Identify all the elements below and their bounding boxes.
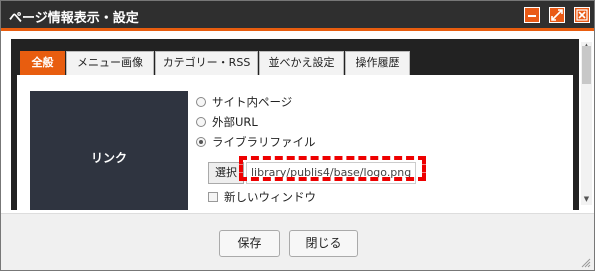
close-dialog-button[interactable]: 閉じる [289, 230, 358, 257]
window-title: ページ情報表示・設定 [9, 11, 139, 26]
vertical-scrollbar[interactable]: ▲ ▼ [581, 42, 592, 205]
tab-general[interactable]: 全般 [20, 51, 65, 75]
page-settings-dialog: ページ情報表示・設定 全般 メニュー画像 カテゴリー・RSS 並べかえ設定 操作… [0, 0, 595, 271]
file-path-highlight [239, 156, 426, 181]
new-window-checkbox[interactable] [208, 192, 218, 202]
save-button[interactable]: 保存 [219, 230, 280, 257]
close-button[interactable] [574, 7, 590, 23]
radio-internal-page[interactable] [196, 97, 206, 107]
minimize-icon [528, 15, 536, 17]
new-window-label: 新しいウィンドウ [224, 190, 316, 204]
close-icon [576, 9, 588, 21]
option-library-file-label: ライブラリファイル [212, 135, 316, 149]
general-panel: リンク サイト内ページ 外部URL ライブラリファイル 選択 library/p… [17, 75, 573, 210]
tab-menu-image[interactable]: メニュー画像 [66, 51, 154, 75]
scroll-thumb[interactable] [582, 46, 591, 84]
option-internal-page-label: サイト内ページ [212, 95, 293, 109]
title-bar[interactable]: ページ情報表示・設定 [1, 1, 594, 31]
link-form: サイト内ページ 外部URL ライブラリファイル 選択 library/publi… [188, 91, 573, 210]
link-label-cell: リンク [30, 91, 188, 210]
tab-history[interactable]: 操作履歴 [345, 51, 410, 75]
maximize-button[interactable] [549, 7, 565, 23]
radio-library-file[interactable] [196, 137, 206, 147]
tab-category-rss[interactable]: カテゴリー・RSS [155, 51, 258, 75]
content-area: 全般 メニュー画像 カテゴリー・RSS 並べかえ設定 操作履歴 リンク サイト内… [11, 39, 579, 210]
option-external-url-label: 外部URL [212, 115, 258, 129]
scroll-down-icon[interactable]: ▼ [582, 195, 591, 204]
minimize-button[interactable] [524, 7, 540, 23]
maximize-icon [551, 9, 563, 21]
dialog-footer: 保存 閉じる [1, 213, 594, 270]
radio-external-url[interactable] [196, 117, 206, 127]
link-label: リンク [90, 151, 127, 165]
resize-grip-icon[interactable] [581, 258, 591, 268]
tab-sort-settings[interactable]: 並べかえ設定 [259, 51, 344, 75]
